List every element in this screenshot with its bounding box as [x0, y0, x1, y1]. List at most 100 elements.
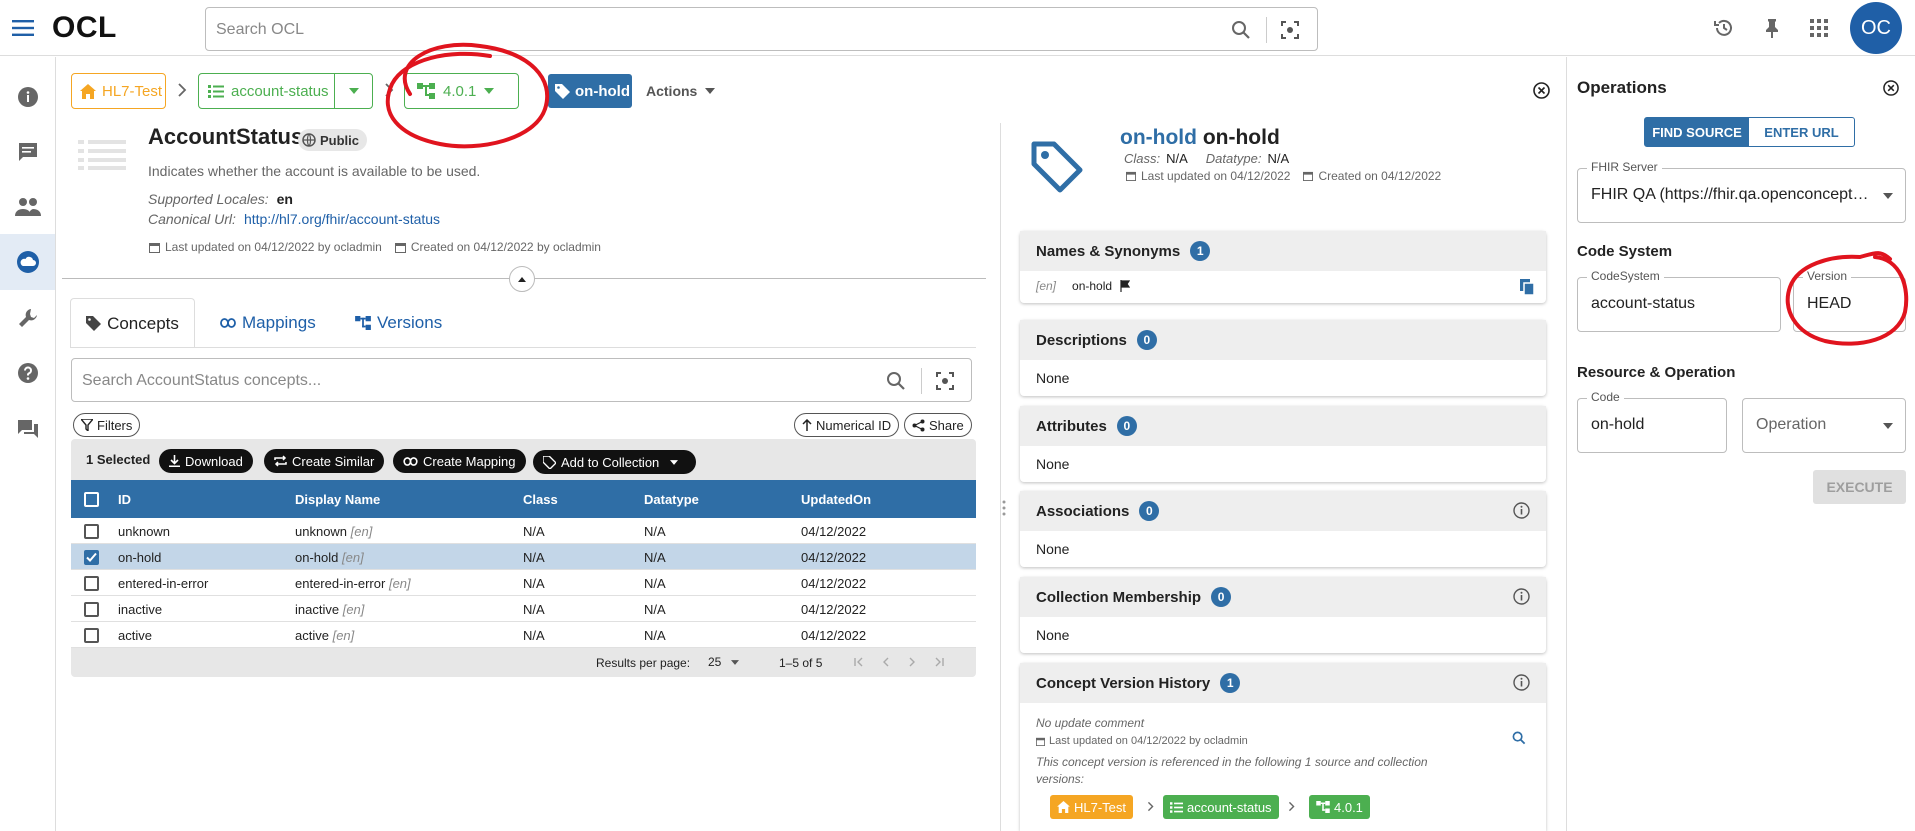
sidebar-item-cloud[interactable]: [0, 234, 55, 290]
history-card-header[interactable]: Concept Version History 1: [1020, 663, 1546, 703]
actions-menu[interactable]: Actions: [646, 83, 716, 99]
cell-id: active: [118, 628, 152, 643]
history-org-label: HL7-Test: [1074, 799, 1127, 815]
table-row-selected[interactable]: on-hold on-hold [en] N/A N/A 04/12/2022: [71, 544, 976, 570]
tab-concepts[interactable]: Concepts: [70, 298, 195, 348]
breadcrumb-source[interactable]: account-status: [198, 73, 373, 109]
user-avatar[interactable]: OC: [1850, 2, 1902, 54]
canonical-url-link[interactable]: http://hl7.org/fhir/account-status: [244, 211, 440, 227]
download-button[interactable]: Download: [159, 449, 253, 473]
attributes-card-header[interactable]: Attributes 0: [1020, 406, 1546, 446]
search-icon[interactable]: [1229, 18, 1253, 42]
row-checkbox-checked[interactable]: [84, 550, 99, 565]
cell-id: unknown: [118, 524, 171, 539]
sidebar-item-help[interactable]: [0, 345, 55, 401]
share-button[interactable]: Share: [904, 413, 972, 437]
operation-select[interactable]: Operation: [1742, 398, 1906, 453]
execute-button[interactable]: EXECUTE: [1813, 470, 1906, 504]
create-mapping-button[interactable]: Create Mapping: [393, 449, 526, 473]
filters-button[interactable]: Filters: [73, 413, 141, 437]
create-similar-button[interactable]: Create Similar: [264, 449, 385, 473]
find-source-button[interactable]: FIND SOURCE: [1645, 118, 1749, 146]
row-checkbox[interactable]: [84, 602, 99, 617]
col-header-display-name[interactable]: Display Name: [295, 492, 380, 507]
history-source-chip[interactable]: account-status: [1163, 795, 1279, 819]
col-header-datatype[interactable]: Datatype: [644, 492, 699, 507]
history-icon[interactable]: [1712, 16, 1736, 40]
concept-description: Indicates whether the account is availab…: [148, 163, 481, 179]
col-header-class[interactable]: Class: [523, 492, 558, 507]
panel-splitter[interactable]: [1000, 123, 1001, 831]
drag-handle-icon[interactable]: [1002, 500, 1006, 516]
collections-body: None: [1036, 627, 1070, 643]
history-org-chip[interactable]: HL7-Test: [1050, 795, 1134, 819]
code-field[interactable]: Code on-hold: [1577, 390, 1727, 453]
row-checkbox[interactable]: [84, 628, 99, 643]
row-checkbox[interactable]: [84, 576, 99, 591]
download-icon: [169, 455, 180, 467]
codesystem-field[interactable]: CodeSystem account-status: [1577, 269, 1781, 332]
concept-search[interactable]: [71, 358, 972, 402]
fhir-server-select[interactable]: FHIR Server FHIR QA (https://fhir.qa.ope…: [1577, 160, 1906, 223]
search-icon[interactable]: [884, 369, 908, 393]
version-field[interactable]: Version HEAD: [1793, 269, 1906, 332]
col-header-updatedon[interactable]: UpdatedOn: [801, 492, 871, 507]
app-logo[interactable]: OCL: [52, 11, 117, 45]
home-icon: [1057, 801, 1070, 813]
hamburger-menu-icon[interactable]: [10, 16, 36, 40]
link-icon: [220, 318, 236, 328]
row-checkbox[interactable]: [84, 524, 99, 539]
col-header-id[interactable]: ID: [118, 492, 131, 507]
version-label: Version: [1803, 269, 1852, 283]
breadcrumb-org[interactable]: HL7-Test: [71, 73, 166, 109]
attributes-card: Attributes 0 None: [1020, 406, 1546, 482]
table-row[interactable]: unknown unknown [en] N/A N/A 04/12/2022: [71, 518, 976, 544]
global-search[interactable]: [205, 7, 1318, 51]
descriptions-card-header[interactable]: Descriptions 0: [1020, 320, 1546, 360]
chevron-down-icon[interactable]: [335, 88, 372, 94]
enter-url-button[interactable]: ENTER URL: [1749, 118, 1854, 146]
sidebar-item-messages[interactable]: [0, 124, 55, 180]
tag-icon: [555, 83, 570, 99]
display-name: unknown: [295, 524, 348, 539]
names-card-header[interactable]: Names & Synonyms 1: [1020, 231, 1546, 271]
sidebar-item-people[interactable]: [0, 179, 55, 235]
close-operations-icon[interactable]: [1883, 80, 1899, 96]
close-detail-icon[interactable]: [1533, 82, 1550, 99]
collections-card-header[interactable]: Collection Membership 0: [1020, 577, 1546, 617]
collapse-header-button[interactable]: [509, 266, 535, 292]
table-row[interactable]: active active [en] N/A N/A 04/12/2022: [71, 622, 976, 648]
list-icon: [1170, 801, 1183, 813]
display-name: on-hold: [295, 550, 339, 565]
results-per-page-select[interactable]: 25: [708, 655, 740, 669]
descriptions-title: Descriptions: [1036, 331, 1127, 349]
concept-tag-chip[interactable]: on-hold: [548, 74, 632, 108]
breadcrumb-version[interactable]: 4.0.1: [404, 73, 519, 109]
sidebar-item-info[interactable]: [0, 69, 55, 125]
history-updated: Last updated on 04/12/2022 by ocladmin: [1036, 735, 1248, 747]
sidebar-item-chat[interactable]: [0, 401, 55, 457]
pin-icon[interactable]: [1760, 16, 1784, 40]
associations-card-header[interactable]: Associations 0: [1020, 491, 1546, 531]
scan-icon[interactable]: [1278, 18, 1302, 42]
add-to-collection-button[interactable]: Add to Collection: [533, 450, 696, 474]
global-search-input[interactable]: [216, 18, 1116, 42]
numerical-id-button[interactable]: Numerical ID: [794, 413, 900, 437]
sidebar-item-tools[interactable]: [0, 290, 55, 346]
concept-search-input[interactable]: [82, 369, 862, 393]
visibility-label: Public: [320, 132, 360, 148]
tab-mappings[interactable]: Mappings: [220, 298, 316, 348]
chevron-down-icon: [705, 88, 716, 94]
search-icon[interactable]: [1512, 731, 1526, 745]
table-row[interactable]: inactive inactive [en] N/A N/A 04/12/202…: [71, 596, 976, 622]
table-row[interactable]: entered-in-error entered-in-error [en] N…: [71, 570, 976, 596]
descriptions-count-badge: 0: [1136, 330, 1157, 350]
cell-class: N/A: [523, 576, 545, 591]
select-all-checkbox[interactable]: [84, 492, 99, 507]
comment-icon: [18, 143, 37, 161]
tab-versions[interactable]: Versions: [355, 298, 442, 348]
tag-icon: [86, 316, 102, 331]
apps-grid-icon[interactable]: [1807, 16, 1831, 40]
history-version-chip[interactable]: 4.0.1: [1309, 795, 1370, 819]
scan-icon[interactable]: [933, 369, 957, 393]
